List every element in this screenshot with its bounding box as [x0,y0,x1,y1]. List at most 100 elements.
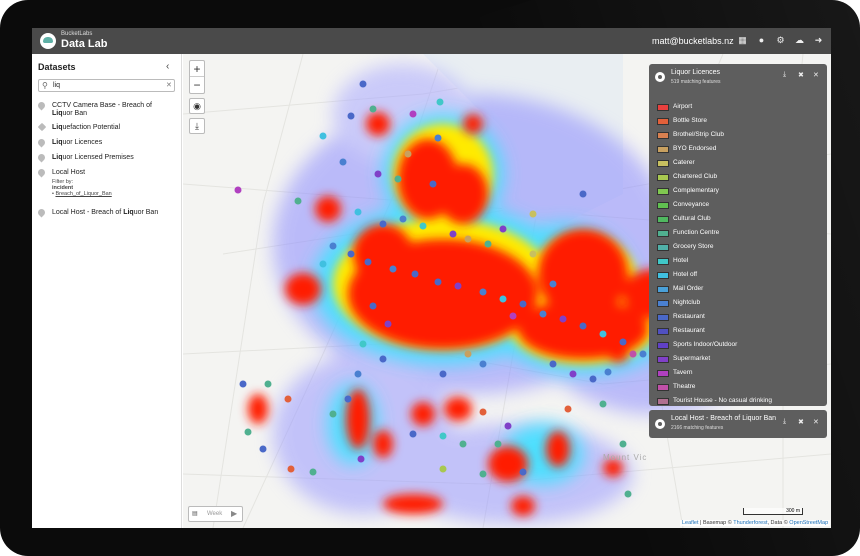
download-layer-icon[interactable]: ⤓ [783,418,786,426]
legend-swatch [657,328,669,335]
visibility-eye-icon[interactable] [655,419,665,429]
map-pin-icon [36,137,47,148]
polygon-icon [37,122,47,132]
legend-label: Hotel off [673,271,698,278]
legend-swatch [657,202,669,209]
play-icon[interactable]: ▶ [231,509,237,518]
legend-swatch [657,160,669,167]
legend-label: Brothel/Strip Club [673,131,724,138]
clear-search-icon[interactable]: ✕ [166,81,172,89]
time-period-label: Week [207,511,223,517]
camera-icon: ◉ [193,101,201,111]
map-scale: 300 m [743,508,803,515]
legend-swatch [657,356,669,363]
user-email[interactable]: matt@bucketlabs.nz [652,36,734,46]
layer-panel-liquor-licences: Liquor Licences 519 matching features ⤓ … [649,64,827,406]
legend-label: Complementary [673,187,719,194]
legend-swatch [657,342,669,349]
legend-label: Theatre [673,383,696,390]
legend-label: Nightclub [673,299,701,306]
time-slider-control[interactable]: ▤ Week ▶ [188,506,243,522]
legend-swatch [657,258,669,265]
map-pin-icon [36,207,47,218]
legend-label: Restaurant [673,313,705,320]
legend-label: Airport [673,103,693,110]
legend-label: Mail Order [673,285,704,292]
legend-swatch [657,300,669,307]
visibility-eye-icon[interactable] [655,72,665,82]
map-pin-icon [36,100,47,111]
legend-label: Supermarket [673,355,711,362]
zoom-to-layer-icon[interactable]: ✖ [798,418,804,426]
download-icon: ⤓ [195,121,199,131]
cloud-upload-icon[interactable]: ☁ [794,35,805,46]
legend-label: Grocery Store [673,243,714,250]
legend-label: Bottle Store [673,117,707,124]
filter-value-link[interactable]: Breach_of_Liquor_Ban [55,191,111,197]
leaflet-link[interactable]: Leaflet [682,520,699,526]
layer-feature-count: 519 matching features [671,79,721,85]
legend-swatch [657,104,669,111]
app-screen: BucketLabs Data Lab matt@bucketlabs.nz ▦… [32,28,831,528]
legend-swatch [657,244,669,251]
calendar-icon[interactable]: ▤ [192,510,198,517]
zoom-control: + − [189,60,205,94]
collapse-sidebar-icon[interactable]: ‹ [166,61,169,72]
legend-swatch [657,370,669,377]
legend-label: Caterer [673,159,695,166]
heatmap-map[interactable]: Mount Vic + − ◉ ⤓ ▤ Week ▶ 300 m Leaflet… [183,54,831,528]
search-icon: ⚲ [42,81,48,90]
legend-swatch [657,230,669,237]
sidebar-title: Datasets [38,62,76,72]
legend-swatch [657,398,669,405]
legend-swatch [657,286,669,293]
legend-label: Tourist House - No casual drinking [673,397,772,404]
legend-label: Cultural Club [673,215,711,222]
legend-label: Sports Indoor/Outdoor [673,341,738,348]
brand-title[interactable]: Data Lab [61,38,107,50]
legend-label: Function Centre [673,229,720,236]
legend-label: Chartered Club [673,173,718,180]
user-icon[interactable]: ● [756,35,767,46]
legend-swatch [657,272,669,279]
legend-swatch [657,174,669,181]
map-pin-icon [36,152,47,163]
layer-panel-local-host: Local Host - Breach of Liquor Ban 2166 m… [649,410,827,438]
legend-label: BYO Endorsed [673,145,717,152]
zoom-to-layer-icon[interactable]: ✖ [798,71,804,79]
legend-swatch [657,314,669,321]
dataset-filter: Filter by: incident • Breach_of_Liquor_B… [52,179,112,197]
close-layer-icon[interactable]: ✕ [813,71,819,79]
legend-swatch [657,132,669,139]
logout-icon[interactable]: ➜ [813,35,824,46]
camera-button[interactable]: ◉ [189,98,205,114]
layer-title: Liquor Licences [671,69,721,76]
legend-swatch [657,216,669,223]
legend-swatch [657,384,669,391]
map-pin-icon [36,167,47,178]
brand-company: BucketLabs [61,31,93,37]
dataset-search-input[interactable]: liq [38,79,175,92]
settings-icon[interactable]: ⚙ [775,35,786,46]
legend-swatch [657,188,669,195]
bucket-logo-icon [40,33,56,49]
download-layer-icon[interactable]: ⤓ [783,71,786,79]
layer-feature-count: 2166 matching features [671,425,724,431]
legend-label: Hotel [673,257,689,264]
close-layer-icon[interactable]: ✕ [813,418,819,426]
download-button[interactable]: ⤓ [189,118,205,134]
legend-label: Restaurant [673,327,705,334]
datasets-sidebar: Datasets ‹ liq ⚲ ✕ CCTV Camera Base - Br… [32,54,182,528]
map-attribution: Leaflet | Basemap © Thunderforest, Data … [680,520,831,526]
legend-label: Tavern [673,369,693,376]
legend-swatch [657,118,669,125]
device-frame: BucketLabs Data Lab matt@bucketlabs.nz ▦… [0,0,860,556]
legend-swatch [657,146,669,153]
legend-label: Conveyance [673,201,710,208]
zoom-out-button[interactable]: − [190,77,204,93]
zoom-in-button[interactable]: + [190,61,204,77]
thunderforest-link[interactable]: Thunderforest [733,520,767,526]
gift-icon[interactable]: ▦ [737,35,748,46]
osm-link[interactable]: OpenStreetMap [789,520,828,526]
layer-title: Local Host - Breach of Liquor Ban [671,415,777,422]
